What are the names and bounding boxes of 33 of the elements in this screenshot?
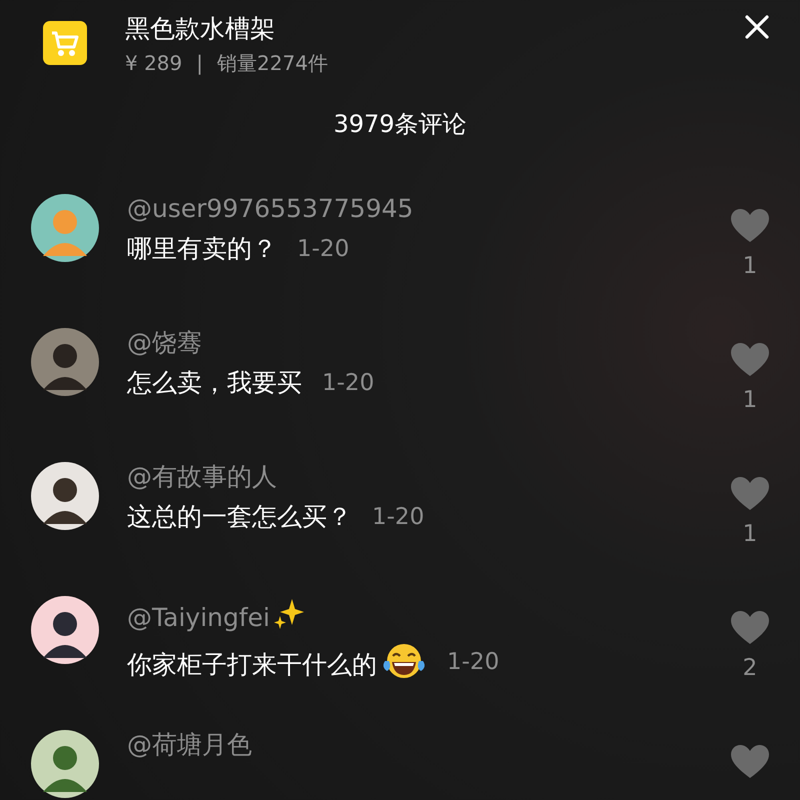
cart-icon[interactable] (43, 21, 87, 65)
product-price: ¥ 289 (125, 50, 182, 77)
like-count: 1 (742, 252, 758, 281)
comment-text: 你家柜子打来干什么的 (127, 650, 377, 679)
comment-text: 这总的一套怎么买？ (127, 502, 352, 531)
comment-time: 1-20 (372, 503, 424, 532)
like-heart-icon[interactable] (730, 342, 770, 378)
user-avatar[interactable] (31, 730, 99, 798)
product-title: 黑色款水槽架 (125, 14, 276, 44)
comment-time: 1-20 (322, 369, 374, 398)
comment-count: 3979条评论 (333, 110, 467, 138)
like-count: 1 (742, 386, 758, 415)
separator: | (196, 50, 204, 77)
like-heart-icon[interactable] (730, 744, 770, 780)
comment-time: 1-20 (297, 235, 350, 264)
like-count: 1 (742, 520, 758, 549)
like-heart-icon[interactable] (730, 476, 770, 512)
username[interactable]: @有故事的人 (127, 462, 277, 491)
like-heart-icon[interactable] (730, 610, 770, 646)
sales-count: 销量2274件 (217, 50, 328, 77)
comment-time: 1-20 (447, 648, 500, 676)
like-heart-icon[interactable] (730, 208, 770, 244)
comment-text: 哪里有卖的？ (127, 234, 277, 263)
username[interactable]: @饶骞 (127, 328, 202, 357)
user-avatar[interactable] (31, 462, 99, 530)
user-avatar[interactable] (31, 596, 99, 664)
username[interactable]: @user9976553775945 (127, 194, 414, 223)
user-avatar[interactable] (31, 194, 99, 262)
username[interactable]: @荷塘月色 (127, 730, 252, 759)
username[interactable]: @Taiyingfei (127, 603, 270, 632)
close-button[interactable] (744, 14, 770, 40)
comment-text: 怎么卖，我要买 (127, 368, 302, 397)
like-count: 2 (742, 654, 758, 683)
